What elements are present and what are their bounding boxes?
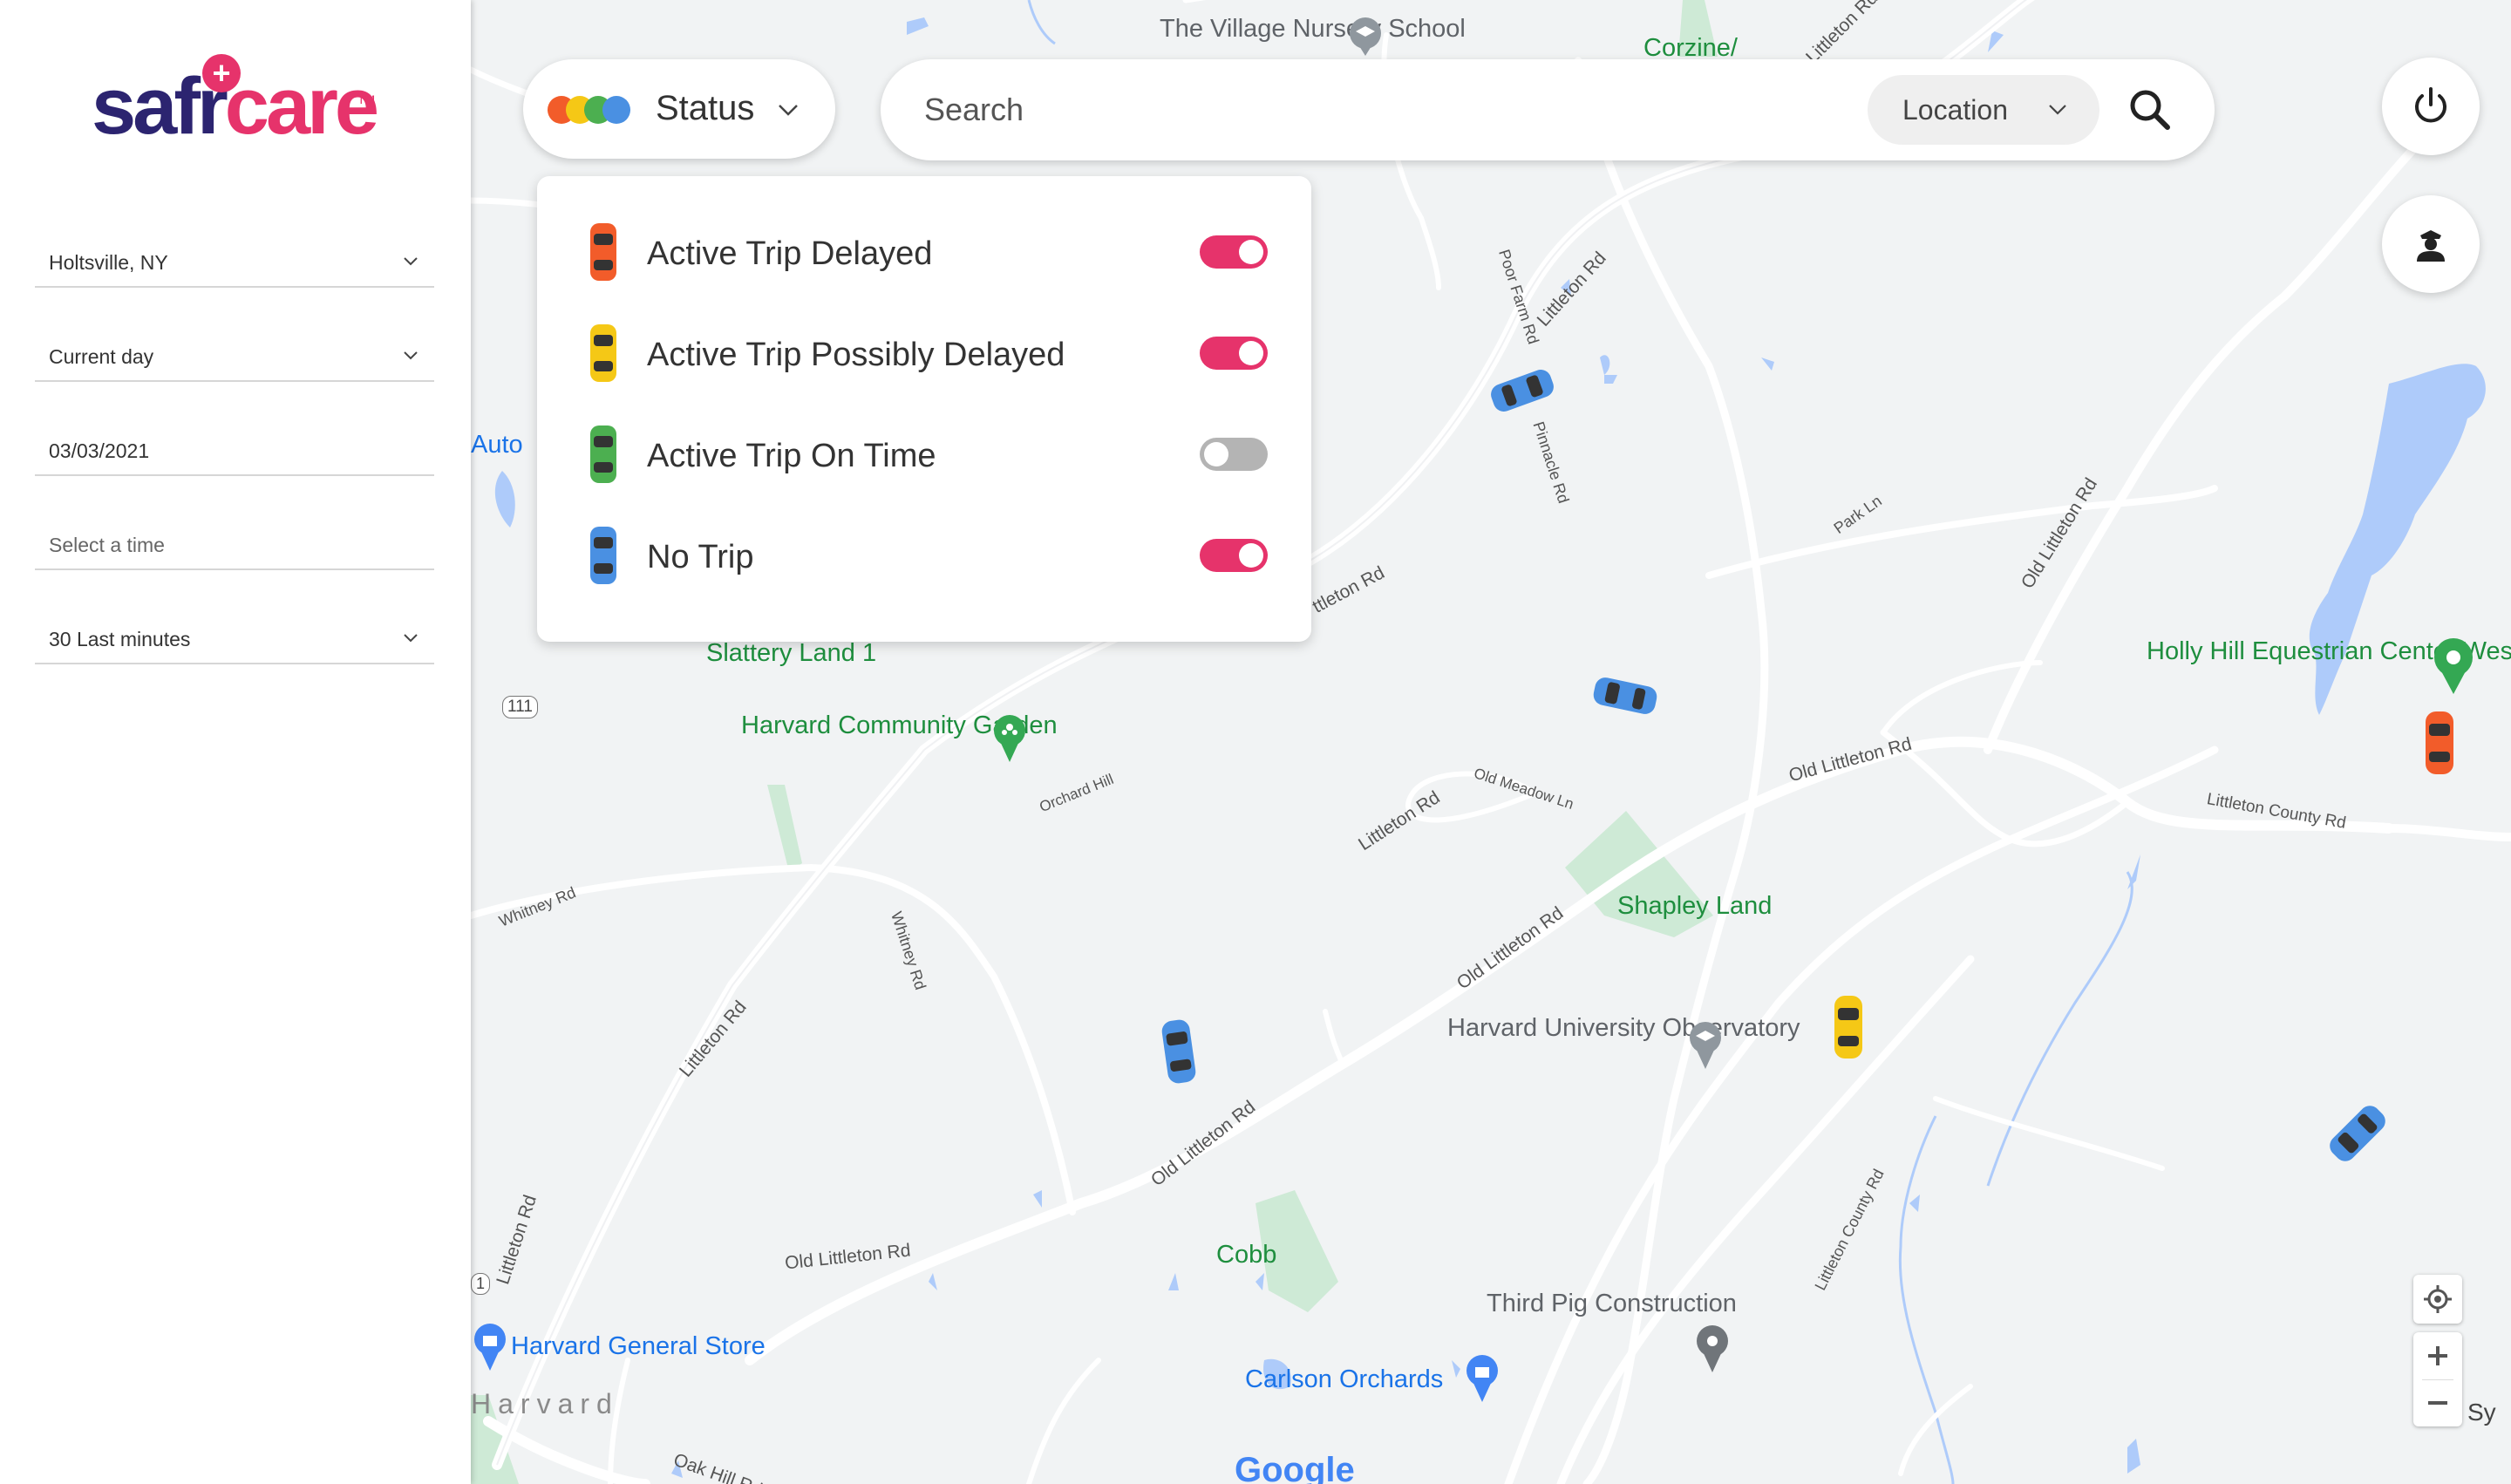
car-icon: [590, 324, 616, 382]
status-option-label: Active Trip Delayed: [647, 235, 933, 272]
place-pin-icon[interactable]: [2433, 638, 2474, 694]
car-icon: [2426, 711, 2453, 774]
route-111-shield: 111: [502, 696, 538, 718]
safr-care-logo: safrcare + TM: [92, 54, 379, 159]
logo-trademark: TM: [357, 92, 376, 106]
school-pin-icon[interactable]: [1348, 16, 1383, 56]
car-icon: [590, 425, 616, 483]
place-sy: Sy: [2467, 1399, 2496, 1426]
car-icon: [590, 223, 616, 281]
chevron-down-icon: [404, 634, 418, 643]
toggle-knob: [1204, 442, 1228, 466]
status-filter-menu: Active Trip Delayed Active Trip Possibly …: [537, 176, 1311, 642]
day-filter-value: Current day: [49, 345, 154, 368]
place-slattery-land: Slattery Land 1: [706, 639, 877, 667]
vehicle-active-trip-possibly-delayed[interactable]: [1833, 994, 1864, 1060]
zoom-in-icon[interactable]: [2413, 1332, 2462, 1379]
place-harvard-observatory: Harvard University Observatory: [1447, 1014, 1800, 1042]
place-harvard-general-store: Harvard General Store: [511, 1332, 766, 1360]
car-icon: [590, 527, 616, 584]
driver-button[interactable]: [2382, 195, 2480, 293]
car-icon: [1834, 996, 1862, 1059]
chevron-down-icon: [779, 105, 798, 116]
driver-icon: [2417, 230, 2445, 262]
town-label-harvard: Harvard: [471, 1388, 619, 1419]
time-field[interactable]: Select a time: [35, 502, 434, 570]
status-option-row: Active Trip Possibly Delayed: [537, 303, 1311, 405]
status-option-toggle[interactable]: [1200, 235, 1268, 269]
toggle-knob: [1239, 341, 1263, 365]
store-pin-icon[interactable]: [473, 1322, 507, 1371]
place-carlson-orchards: Carlson Orchards: [1245, 1365, 1444, 1393]
place-auto: Auto: [471, 431, 523, 459]
day-filter-select[interactable]: Current day: [35, 314, 434, 382]
search-icon[interactable]: [2126, 85, 2174, 134]
date-value: 03/03/2021: [49, 439, 150, 462]
status-option-label: Active Trip On Time: [647, 438, 936, 474]
status-option-label: No Trip: [647, 539, 754, 575]
place-harvard-community-garden: Harvard Community Garden: [741, 711, 1058, 739]
place-cobb: Cobb: [1216, 1241, 1277, 1269]
status-dot-no-trip: [602, 96, 630, 124]
zoom-out-icon[interactable]: [2413, 1379, 2462, 1426]
garden-pin-icon[interactable]: [992, 713, 1027, 762]
status-filter-button[interactable]: Status: [523, 59, 835, 159]
location-type-label: Location: [1902, 94, 2008, 126]
location-filter-select[interactable]: Holtsville, NY: [35, 220, 434, 288]
my-location-button[interactable]: [2413, 1275, 2462, 1324]
toggle-knob: [1239, 543, 1263, 568]
place-corzine: Corzine/: [1643, 34, 1738, 62]
sidebar: safrcare + TM Holtsville, NY Current day…: [0, 0, 471, 1484]
power-icon: [2415, 87, 2446, 123]
place-holly-hill: Holly Hill Equestrian Center West: [2147, 637, 2511, 665]
zoom-controls: [2413, 1332, 2462, 1426]
search-bar: Location: [881, 59, 2215, 160]
time-placeholder: Select a time: [49, 534, 165, 556]
status-color-dots: [548, 96, 630, 124]
route-1-shield: 1: [471, 1273, 491, 1295]
range-filter-value: 30 Last minutes: [49, 628, 191, 650]
google-logo: Google: [1235, 1451, 1355, 1484]
location-type-select[interactable]: Location: [1868, 75, 2099, 145]
status-option-toggle[interactable]: [1200, 539, 1268, 572]
status-option-label: Active Trip Possibly Delayed: [647, 337, 1065, 373]
logo-care-text: care: [224, 62, 379, 151]
power-button[interactable]: [2382, 58, 2480, 155]
chevron-down-icon: [404, 257, 418, 266]
status-option-row: No Trip: [537, 506, 1311, 607]
status-option-toggle[interactable]: [1200, 337, 1268, 370]
observatory-pin-icon[interactable]: [1688, 1020, 1723, 1069]
status-option-row: Active Trip On Time: [537, 405, 1311, 506]
vehicle-active-trip-delayed[interactable]: [2424, 710, 2455, 776]
range-filter-select[interactable]: 30 Last minutes: [35, 596, 434, 664]
status-option-toggle[interactable]: [1200, 438, 1268, 471]
orchard-pin-icon[interactable]: [1465, 1353, 1500, 1402]
place-third-pig: Third Pig Construction: [1487, 1290, 1737, 1317]
place-shapley-land: Shapley Land: [1617, 892, 1773, 920]
toggle-knob: [1239, 240, 1263, 264]
chevron-down-icon: [404, 351, 418, 360]
search-input[interactable]: [924, 85, 1840, 134]
date-field[interactable]: 03/03/2021: [35, 408, 434, 476]
logo-plus-icon: +: [202, 54, 241, 92]
status-option-row: Active Trip Delayed: [537, 202, 1311, 303]
status-filter-label: Status: [656, 89, 755, 127]
construction-pin-icon[interactable]: [1695, 1324, 1730, 1372]
chevron-down-icon: [2049, 105, 2066, 115]
place-village-school: The Village Nursery School: [1160, 15, 1466, 43]
my-location-icon: [2424, 1285, 2452, 1313]
location-filter-value: Holtsville, NY: [49, 251, 168, 274]
